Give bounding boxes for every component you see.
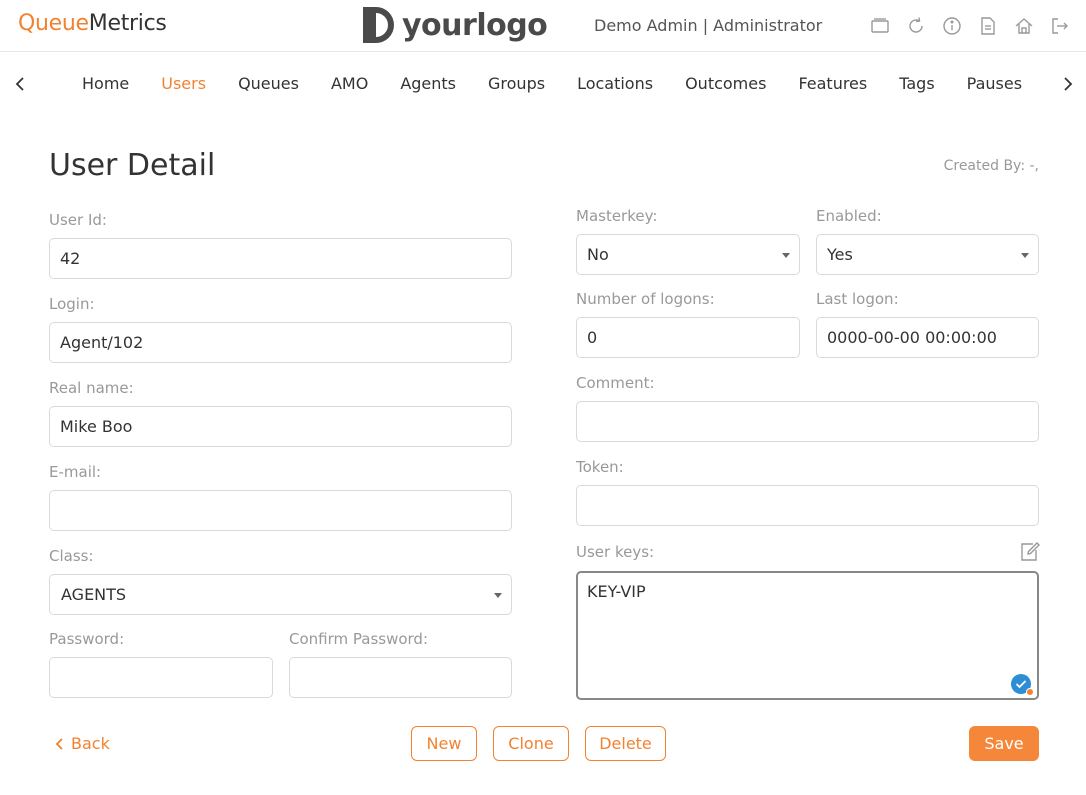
nav-item-features[interactable]: Features <box>782 74 883 93</box>
clone-button[interactable]: Clone <box>493 726 569 761</box>
nav-item-agents[interactable]: Agents <box>384 74 472 93</box>
class-select[interactable]: AGENTS <box>49 574 512 615</box>
logo-text: yourlogo <box>402 7 548 43</box>
user-id-label: User Id: <box>49 211 107 229</box>
created-by-text: Created By: -, <box>943 158 1039 174</box>
nav-item-home[interactable]: Home <box>66 74 145 93</box>
app-header: QueueMetrics yourlogo Demo Admin | Admin… <box>0 0 1086 52</box>
nav-item-pauses[interactable]: Pauses <box>951 74 1038 93</box>
user-keys-textarea[interactable]: KEY-VIP <box>576 571 1039 700</box>
password-label: Password: <box>49 630 125 648</box>
login-field[interactable]: Agent/102 <box>49 322 512 363</box>
confirm-password-label: Confirm Password: <box>289 630 429 648</box>
nav-item-users[interactable]: Users <box>145 74 222 93</box>
login-label: Login: <box>49 295 95 313</box>
home-icon[interactable] <box>1012 14 1036 38</box>
email-label: E-mail: <box>49 463 102 481</box>
nav-item-locations[interactable]: Locations <box>561 74 669 93</box>
new-button[interactable]: New <box>411 726 477 761</box>
logons-label: Number of logons: <box>576 290 715 308</box>
chevron-left-icon <box>55 737 63 750</box>
comment-label: Comment: <box>576 374 655 392</box>
token-label: Token: <box>576 458 624 476</box>
comment-field[interactable] <box>576 401 1039 442</box>
nav-item-groups[interactable]: Groups <box>472 74 561 93</box>
refresh-icon[interactable] <box>904 14 928 38</box>
token-field[interactable] <box>576 485 1039 526</box>
class-label: Class: <box>49 547 94 565</box>
document-icon[interactable] <box>976 14 1000 38</box>
nav-item-queues[interactable]: Queues <box>222 74 315 93</box>
user-id-field[interactable]: 42 <box>49 238 512 279</box>
brand-part-metrics: Metrics <box>88 11 167 36</box>
confirm-password-field[interactable] <box>289 657 512 698</box>
badge-status-dot <box>1026 688 1034 696</box>
logo-mark-icon <box>360 5 394 45</box>
enabled-label: Enabled: <box>816 207 882 225</box>
nav-items: Home Users Queues AMO Agents Groups Loca… <box>66 74 1038 93</box>
enabled-select[interactable]: Yes <box>816 234 1039 275</box>
masterkey-select[interactable]: No <box>576 234 800 275</box>
back-link[interactable]: Back <box>53 734 110 753</box>
header-toolbar <box>868 14 1084 38</box>
current-user-info: Demo Admin | Administrator <box>594 16 823 35</box>
nav-item-tags[interactable]: Tags <box>883 74 950 93</box>
real-name-field[interactable]: Mike Boo <box>49 406 512 447</box>
nav-scroll-left-icon[interactable] <box>10 72 30 96</box>
custom-logo: yourlogo <box>360 5 548 45</box>
save-button[interactable]: Save <box>969 726 1039 761</box>
spellcheck-badge-icon[interactable] <box>1011 674 1034 696</box>
main-nav: Home Users Queues AMO Agents Groups Loca… <box>0 52 1086 114</box>
user-keys-label: User keys: <box>576 543 655 561</box>
back-label: Back <box>71 734 110 753</box>
nav-item-outcomes[interactable]: Outcomes <box>669 74 782 93</box>
brand-part-queue: Queue <box>18 11 89 36</box>
delete-button[interactable]: Delete <box>585 726 666 761</box>
window-icon[interactable] <box>868 14 892 38</box>
brand-logo[interactable]: QueueMetrics <box>18 11 167 36</box>
nav-item-amo[interactable]: AMO <box>315 74 384 93</box>
logons-field[interactable]: 0 <box>576 317 800 358</box>
info-icon[interactable] <box>940 14 964 38</box>
masterkey-label: Masterkey: <box>576 207 658 225</box>
last-logon-field[interactable]: 0000-00-00 00:00:00 <box>816 317 1039 358</box>
nav-scroll-right-icon[interactable] <box>1058 72 1078 96</box>
email-field[interactable] <box>49 490 512 531</box>
page-title: User Detail <box>49 148 216 183</box>
logout-icon[interactable] <box>1048 14 1072 38</box>
real-name-label: Real name: <box>49 379 134 397</box>
password-field[interactable] <box>49 657 273 698</box>
last-logon-label: Last logon: <box>816 290 899 308</box>
edit-icon[interactable] <box>1019 541 1041 563</box>
